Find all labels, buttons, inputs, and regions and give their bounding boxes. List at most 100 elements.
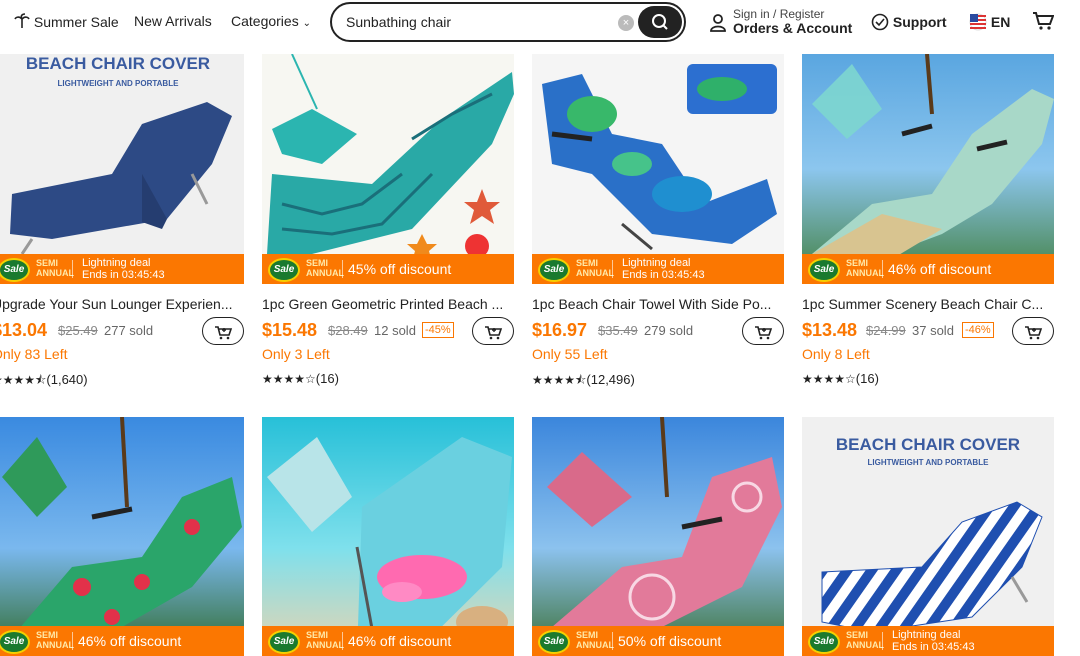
lightning-deal-label: Lightning deal (892, 629, 961, 641)
chair-illustration (547, 417, 782, 656)
stock-left: Only 8 Left (802, 346, 870, 362)
add-to-cart-button[interactable] (472, 317, 514, 345)
search-bar: × (330, 2, 686, 42)
clear-search-icon[interactable]: × (618, 15, 634, 31)
cart-icon (1033, 12, 1055, 30)
discount-label: 50% off discount (618, 633, 722, 649)
star-rating: ★★★★⯪ (0, 373, 47, 387)
discount-percent-badge: -46% (962, 322, 994, 338)
chair-illustration (267, 437, 512, 656)
cart-plus-icon (755, 326, 773, 340)
semi-annual-label: SEMI ANNUAL (306, 258, 344, 278)
sold-count: 277 sold (104, 323, 154, 338)
cart-plus-icon (1025, 326, 1043, 340)
add-to-cart-button[interactable] (742, 317, 784, 345)
review-count: (1,640) (46, 372, 88, 387)
search-icon (652, 14, 668, 30)
product-image[interactable]: BEACH CHAIR COVER LIGHTWEIGHT AND PORTAB… (802, 417, 1054, 656)
support-link[interactable]: Support (871, 13, 947, 31)
product-image[interactable]: BEACH CHAIR COVER LIGHTWEIGHT AND PORTAB… (0, 54, 244, 284)
categories-menu[interactable]: Categories ⌄ (231, 13, 311, 29)
sale-badge: Sale (268, 630, 300, 654)
discount-label: 46% off discount (348, 633, 452, 649)
top-nav-bar: Summer Sale New Arrivals Categories ⌄ × … (0, 0, 1080, 44)
language-label: EN (990, 14, 1011, 30)
stock-left: Only 83 Left (0, 346, 68, 362)
deal-timer: Ends in 03:45:43 (82, 269, 165, 281)
add-to-cart-button[interactable] (1012, 317, 1054, 345)
star-rating: ★★★★☆ (802, 372, 856, 386)
palm-tree-icon (14, 13, 30, 28)
review-count: (16) (315, 371, 339, 386)
star-rating: ★★★★⯪ (532, 373, 587, 387)
new-arrivals-link[interactable]: New Arrivals (134, 13, 212, 29)
product-image[interactable]: Sale SEMI ANNUAL Lightning deal Ends in 0… (532, 54, 784, 284)
sale-badge: Sale (0, 630, 30, 654)
sold-count: 37 sold (912, 323, 954, 338)
stock-left: Only 55 Left (532, 346, 608, 362)
semi-annual-label: SEMI ANNUAL (36, 258, 74, 278)
sale-badge: Sale (808, 630, 840, 654)
discount-label: 46% off discount (888, 261, 992, 277)
support-chat-icon (871, 13, 889, 31)
deal-banner: Sale SEMI ANNUAL Lightning deal Ends in 0… (802, 626, 1054, 656)
deal-timer: Ends in 03:45:43 (622, 269, 705, 281)
add-to-cart-button[interactable] (202, 317, 244, 345)
us-flag-icon (969, 13, 987, 31)
chair-illustration (2, 417, 242, 656)
chair-illustration (821, 501, 1043, 648)
summer-sale-link[interactable]: Summer Sale (14, 13, 119, 30)
cart-plus-icon (215, 326, 233, 340)
search-input[interactable] (346, 12, 606, 32)
deal-banner: Sale SEMI ANNUAL 45% off discount (262, 254, 514, 284)
support-label: Support (892, 14, 947, 30)
language-selector[interactable]: EN (969, 13, 1010, 31)
lightning-deal-label: Lightning deal (622, 257, 691, 269)
deal-banner: Sale SEMI ANNUAL 50% off discount (532, 626, 784, 656)
semi-annual-label: SEMI ANNUAL (306, 630, 344, 650)
product-price: $13.04 (0, 320, 48, 340)
product-image[interactable]: Sale SEMI ANNUAL 45% off discount (262, 54, 514, 284)
search-button[interactable] (638, 6, 682, 38)
chevron-down-icon: ⌄ (302, 18, 311, 29)
review-count: (16) (855, 371, 879, 386)
product-image[interactable]: Sale SEMI ANNUAL 46% off discount (262, 417, 514, 656)
semi-annual-label: SEMI ANNUAL (846, 630, 884, 650)
product-title[interactable]: 1pc Beach Chair Towel With Side Po... (532, 296, 784, 312)
deal-banner: Sale SEMI ANNUAL 46% off discount (262, 626, 514, 656)
lightning-deal-label: Lightning deal (82, 257, 151, 269)
sold-count: 12 sold (374, 323, 416, 338)
semi-annual-label: SEMI ANNUAL (576, 258, 614, 278)
cart-button[interactable] (1032, 10, 1055, 35)
original-price: $25.49 (58, 323, 98, 338)
product-image[interactable]: Sale SEMI ANNUAL 46% off discount (802, 54, 1054, 284)
deal-banner: Sale SEMI ANNUAL Lightning deal Ends in 0… (532, 254, 784, 284)
categories-label: Categories (231, 13, 299, 29)
summer-sale-label: Summer Sale (33, 14, 119, 30)
product-image[interactable]: Sale SEMI ANNUAL 46% off discount (0, 417, 244, 656)
discount-label: 46% off discount (78, 633, 182, 649)
sale-badge: Sale (0, 258, 30, 282)
semi-annual-label: SEMI ANNUAL (576, 630, 614, 650)
semi-annual-label: SEMI ANNUAL (846, 258, 884, 278)
product-price: $13.48 (802, 320, 858, 340)
sale-badge: Sale (808, 258, 840, 282)
sold-count: 279 sold (644, 323, 694, 338)
sign-in-label: Sign in / Register (733, 7, 825, 21)
product-title[interactable]: Upgrade Your Sun Lounger Experien... (0, 296, 244, 312)
original-price: $35.49 (598, 323, 638, 338)
deal-banner: Sale SEMI ANNUAL 46% off discount (0, 626, 244, 656)
orders-account-label: Orders & Account (733, 20, 853, 36)
product-title[interactable]: 1pc Summer Scenery Beach Chair C... (802, 296, 1054, 312)
sale-badge: Sale (538, 258, 570, 282)
product-price: $15.48 (262, 320, 318, 340)
deal-banner: Sale SEMI ANNUAL 46% off discount (802, 254, 1054, 284)
original-price: $28.49 (328, 323, 368, 338)
review-count: (12,496) (586, 372, 635, 387)
star-rating: ★★★★☆ (262, 372, 316, 386)
chair-illustration (542, 64, 777, 251)
deal-banner: Sale SEMI ANNUAL Lightning deal Ends in 0… (0, 254, 244, 284)
sale-badge: Sale (268, 258, 300, 282)
product-title[interactable]: 1pc Green Geometric Printed Beach ... (262, 296, 514, 312)
product-image[interactable]: Sale SEMI ANNUAL 50% off discount (532, 417, 784, 656)
